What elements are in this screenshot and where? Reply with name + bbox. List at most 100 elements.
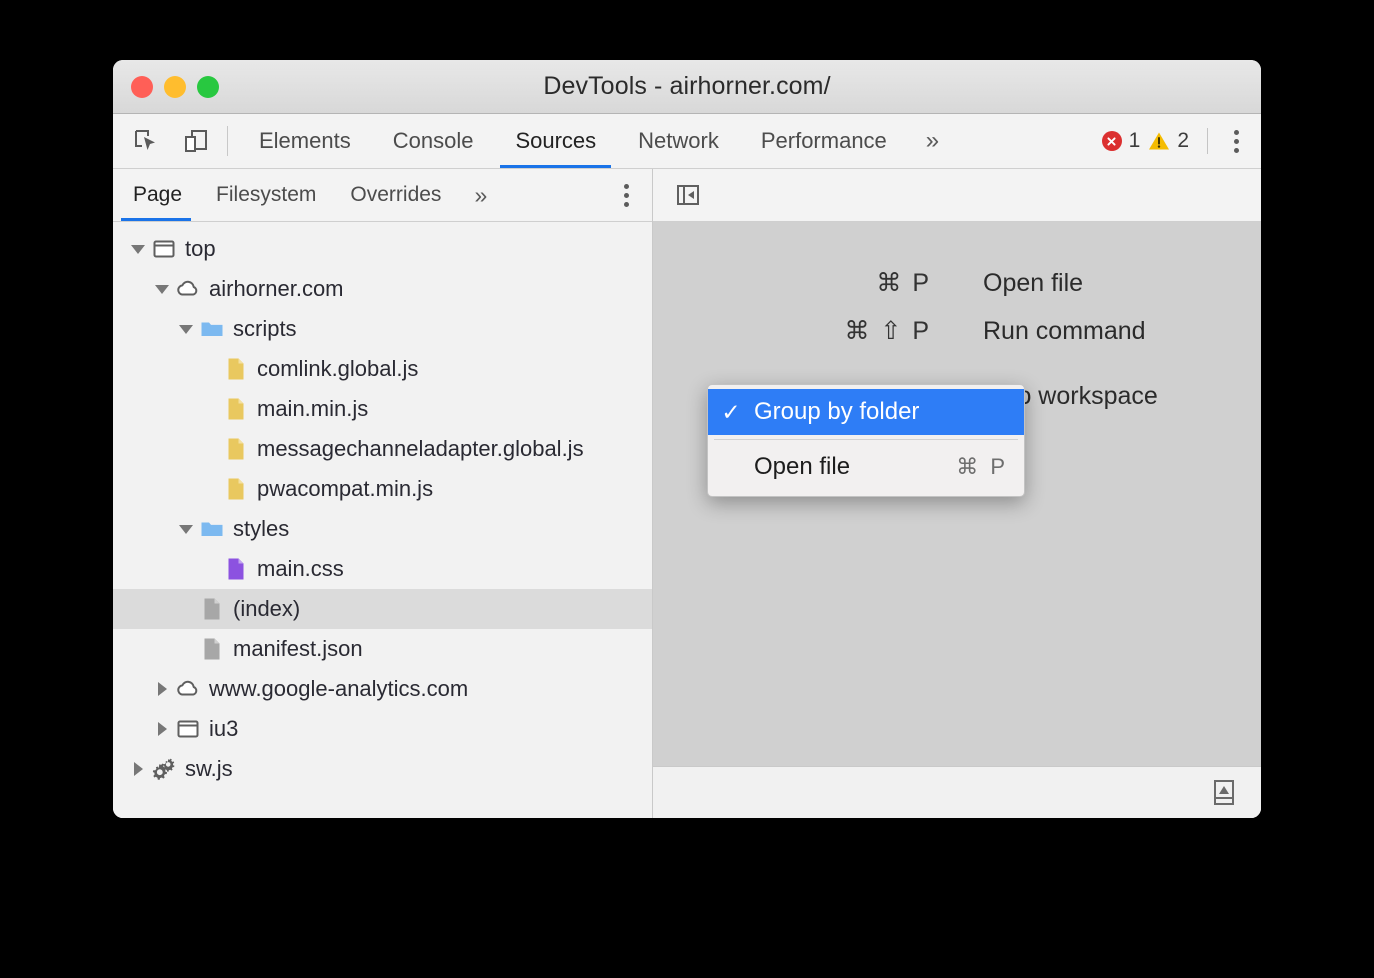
tree-row[interactable]: styles: [113, 509, 652, 549]
tree-row[interactable]: main.css: [113, 549, 652, 589]
navigator-tab-overrides[interactable]: Overrides: [333, 169, 458, 221]
tree-row[interactable]: www.google-analytics.com: [113, 669, 652, 709]
tree-row[interactable]: pwacompat.min.js: [113, 469, 652, 509]
tree-row-icon: [173, 276, 203, 302]
service-worker-icon: [151, 756, 177, 782]
tree-row-icon: [149, 756, 179, 782]
devtools-window: DevTools - airhorner.com/: [113, 60, 1261, 818]
warning-counter[interactable]: 2: [1148, 129, 1189, 153]
show-navigator-button[interactable]: [669, 176, 707, 214]
js-file-icon: [223, 436, 249, 462]
tree-row-icon: [221, 356, 251, 382]
caret-glyph: [158, 682, 167, 696]
navigator-tab-overrides-label: Overrides: [350, 183, 441, 207]
maximize-window-button[interactable]: [197, 76, 219, 98]
show-drawer-icon: [1210, 778, 1238, 808]
shortcut-run-command-action: Run command: [957, 317, 1261, 346]
tab-network[interactable]: Network: [617, 114, 740, 168]
context-menu-item-open-file[interactable]: Open file ⌘ P: [708, 444, 1024, 490]
navigator-sidebar: Page Filesystem Overrides » topairhorner…: [113, 169, 653, 818]
minimize-window-button[interactable]: [164, 76, 186, 98]
navigator-tab-filesystem-label: Filesystem: [216, 183, 316, 207]
tab-sources[interactable]: Sources: [494, 114, 617, 168]
js-file-icon: [223, 356, 249, 382]
tree-row[interactable]: main.min.js: [113, 389, 652, 429]
warning-icon: [1148, 131, 1170, 151]
show-navigator-icon: [674, 181, 702, 209]
document-file-icon: [199, 596, 225, 622]
navigator-kebab-icon: [616, 184, 637, 207]
tree-row-label: messagechanneladapter.global.js: [257, 438, 584, 460]
tree-row-icon: [221, 556, 251, 582]
tab-sources-label: Sources: [515, 128, 596, 154]
tree-row[interactable]: (index): [113, 589, 652, 629]
show-drawer-button[interactable]: [1205, 774, 1243, 812]
navigator-menu-button[interactable]: [600, 169, 652, 221]
caret-glyph: [179, 325, 193, 334]
caret-glyph: [179, 525, 193, 534]
tab-console[interactable]: Console: [372, 114, 495, 168]
expand-caret-down-icon[interactable]: [175, 325, 197, 334]
tab-elements[interactable]: Elements: [238, 114, 372, 168]
open-file-accel: ⌘ P: [956, 454, 1008, 480]
kebab-dot-2: [1234, 139, 1239, 144]
tab-performance[interactable]: Performance: [740, 114, 908, 168]
navigator-tab-page-label: Page: [133, 183, 182, 207]
panel-tabs: Elements Console Sources Network Perform…: [238, 114, 957, 168]
toolbar-icon-group: [113, 114, 215, 168]
cloud-icon: [175, 676, 201, 702]
tree-row[interactable]: manifest.json: [113, 629, 652, 669]
toolbar-right-divider: [1207, 128, 1208, 154]
tree-row[interactable]: comlink.global.js: [113, 349, 652, 389]
expand-caret-right-icon[interactable]: [151, 682, 173, 696]
js-file-icon: [223, 396, 249, 422]
error-counter[interactable]: 1: [1102, 129, 1141, 153]
js-file-icon: [223, 476, 249, 502]
caret-glyph: [131, 245, 145, 254]
tree-row-label: sw.js: [185, 758, 233, 780]
tree-row[interactable]: sw.js: [113, 749, 652, 789]
tree-row-label: main.min.js: [257, 398, 368, 420]
tree-row-icon: [197, 596, 227, 622]
inspect-element-icon: [133, 128, 159, 154]
window-title: DevTools - airhorner.com/: [543, 72, 830, 101]
tree-row[interactable]: airhorner.com: [113, 269, 652, 309]
tree-row[interactable]: iu3: [113, 709, 652, 749]
cloud-icon: [175, 276, 201, 302]
context-menu-item-group-by-folder[interactable]: ✓ Group by folder: [708, 389, 1024, 435]
more-tabs-button[interactable]: »: [908, 114, 957, 168]
editor-toolbar: [653, 169, 1261, 222]
navigator-tab-filesystem[interactable]: Filesystem: [199, 169, 333, 221]
shortcut-open-file: ⌘ P Open file: [653, 268, 1261, 298]
kebab-dot-3: [1234, 148, 1239, 153]
tree-row-icon: [173, 676, 203, 702]
expand-caret-right-icon[interactable]: [127, 762, 149, 776]
group-by-folder-label: Group by folder: [754, 398, 1008, 426]
devtools-main-toolbar: Elements Console Sources Network Perform…: [113, 114, 1261, 169]
warning-count: 2: [1177, 129, 1189, 153]
toolbar-divider: [227, 126, 228, 156]
tree-row-icon: [221, 476, 251, 502]
tree-row[interactable]: messagechanneladapter.global.js: [113, 429, 652, 469]
error-x-glyph: [1105, 135, 1118, 148]
navigator-context-menu: ✓ Group by folder Open file ⌘ P: [707, 384, 1025, 497]
tree-row[interactable]: top: [113, 229, 652, 269]
tree-row-label: scripts: [233, 318, 297, 340]
tree-row-label: comlink.global.js: [257, 358, 418, 380]
navigator-tab-page[interactable]: Page: [113, 169, 199, 221]
tree-row-icon: [197, 516, 227, 542]
expand-caret-down-icon[interactable]: [127, 245, 149, 254]
device-toolbar-button[interactable]: [177, 122, 215, 160]
main-menu-button[interactable]: [1226, 130, 1247, 153]
shortcut-open-file-keys: ⌘ P: [653, 268, 957, 298]
close-window-button[interactable]: [131, 76, 153, 98]
navigator-kebab-dot-1: [624, 184, 629, 189]
expand-caret-down-icon[interactable]: [175, 525, 197, 534]
inspect-element-button[interactable]: [127, 122, 165, 160]
tree-row[interactable]: scripts: [113, 309, 652, 349]
navigator-more-tabs-button[interactable]: »: [458, 169, 503, 221]
navigator-kebab-dot-2: [624, 193, 629, 198]
expand-caret-down-icon[interactable]: [151, 285, 173, 294]
tab-network-label: Network: [638, 128, 719, 154]
expand-caret-right-icon[interactable]: [151, 722, 173, 736]
